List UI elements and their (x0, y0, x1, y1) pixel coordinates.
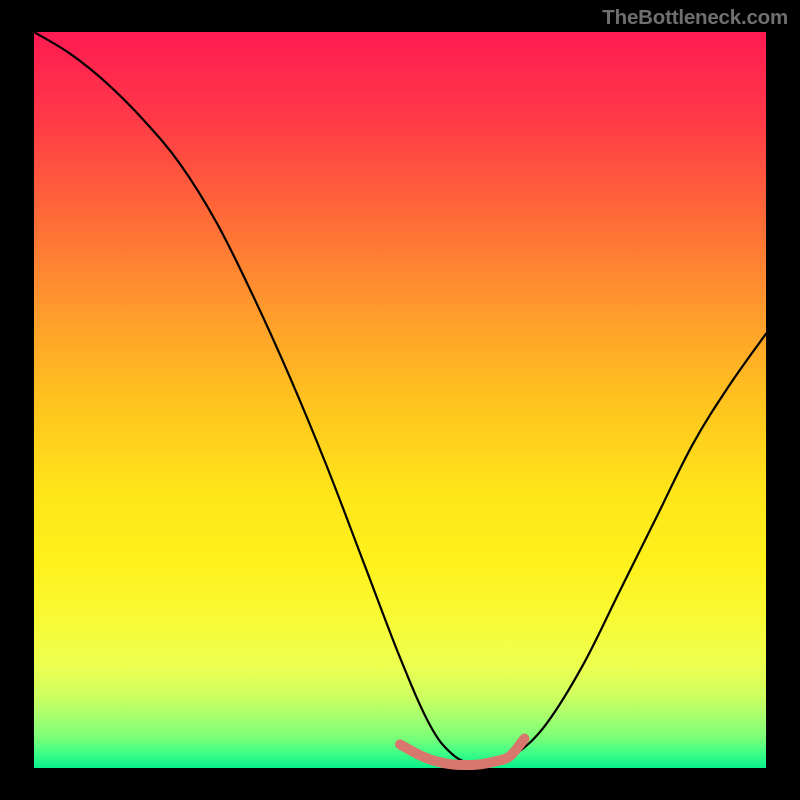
accent-curve (400, 739, 524, 765)
chart-svg (34, 32, 766, 768)
watermark-text: TheBottleneck.com (602, 6, 788, 30)
main-curve (34, 32, 766, 766)
gradient-plot-area (34, 32, 766, 768)
